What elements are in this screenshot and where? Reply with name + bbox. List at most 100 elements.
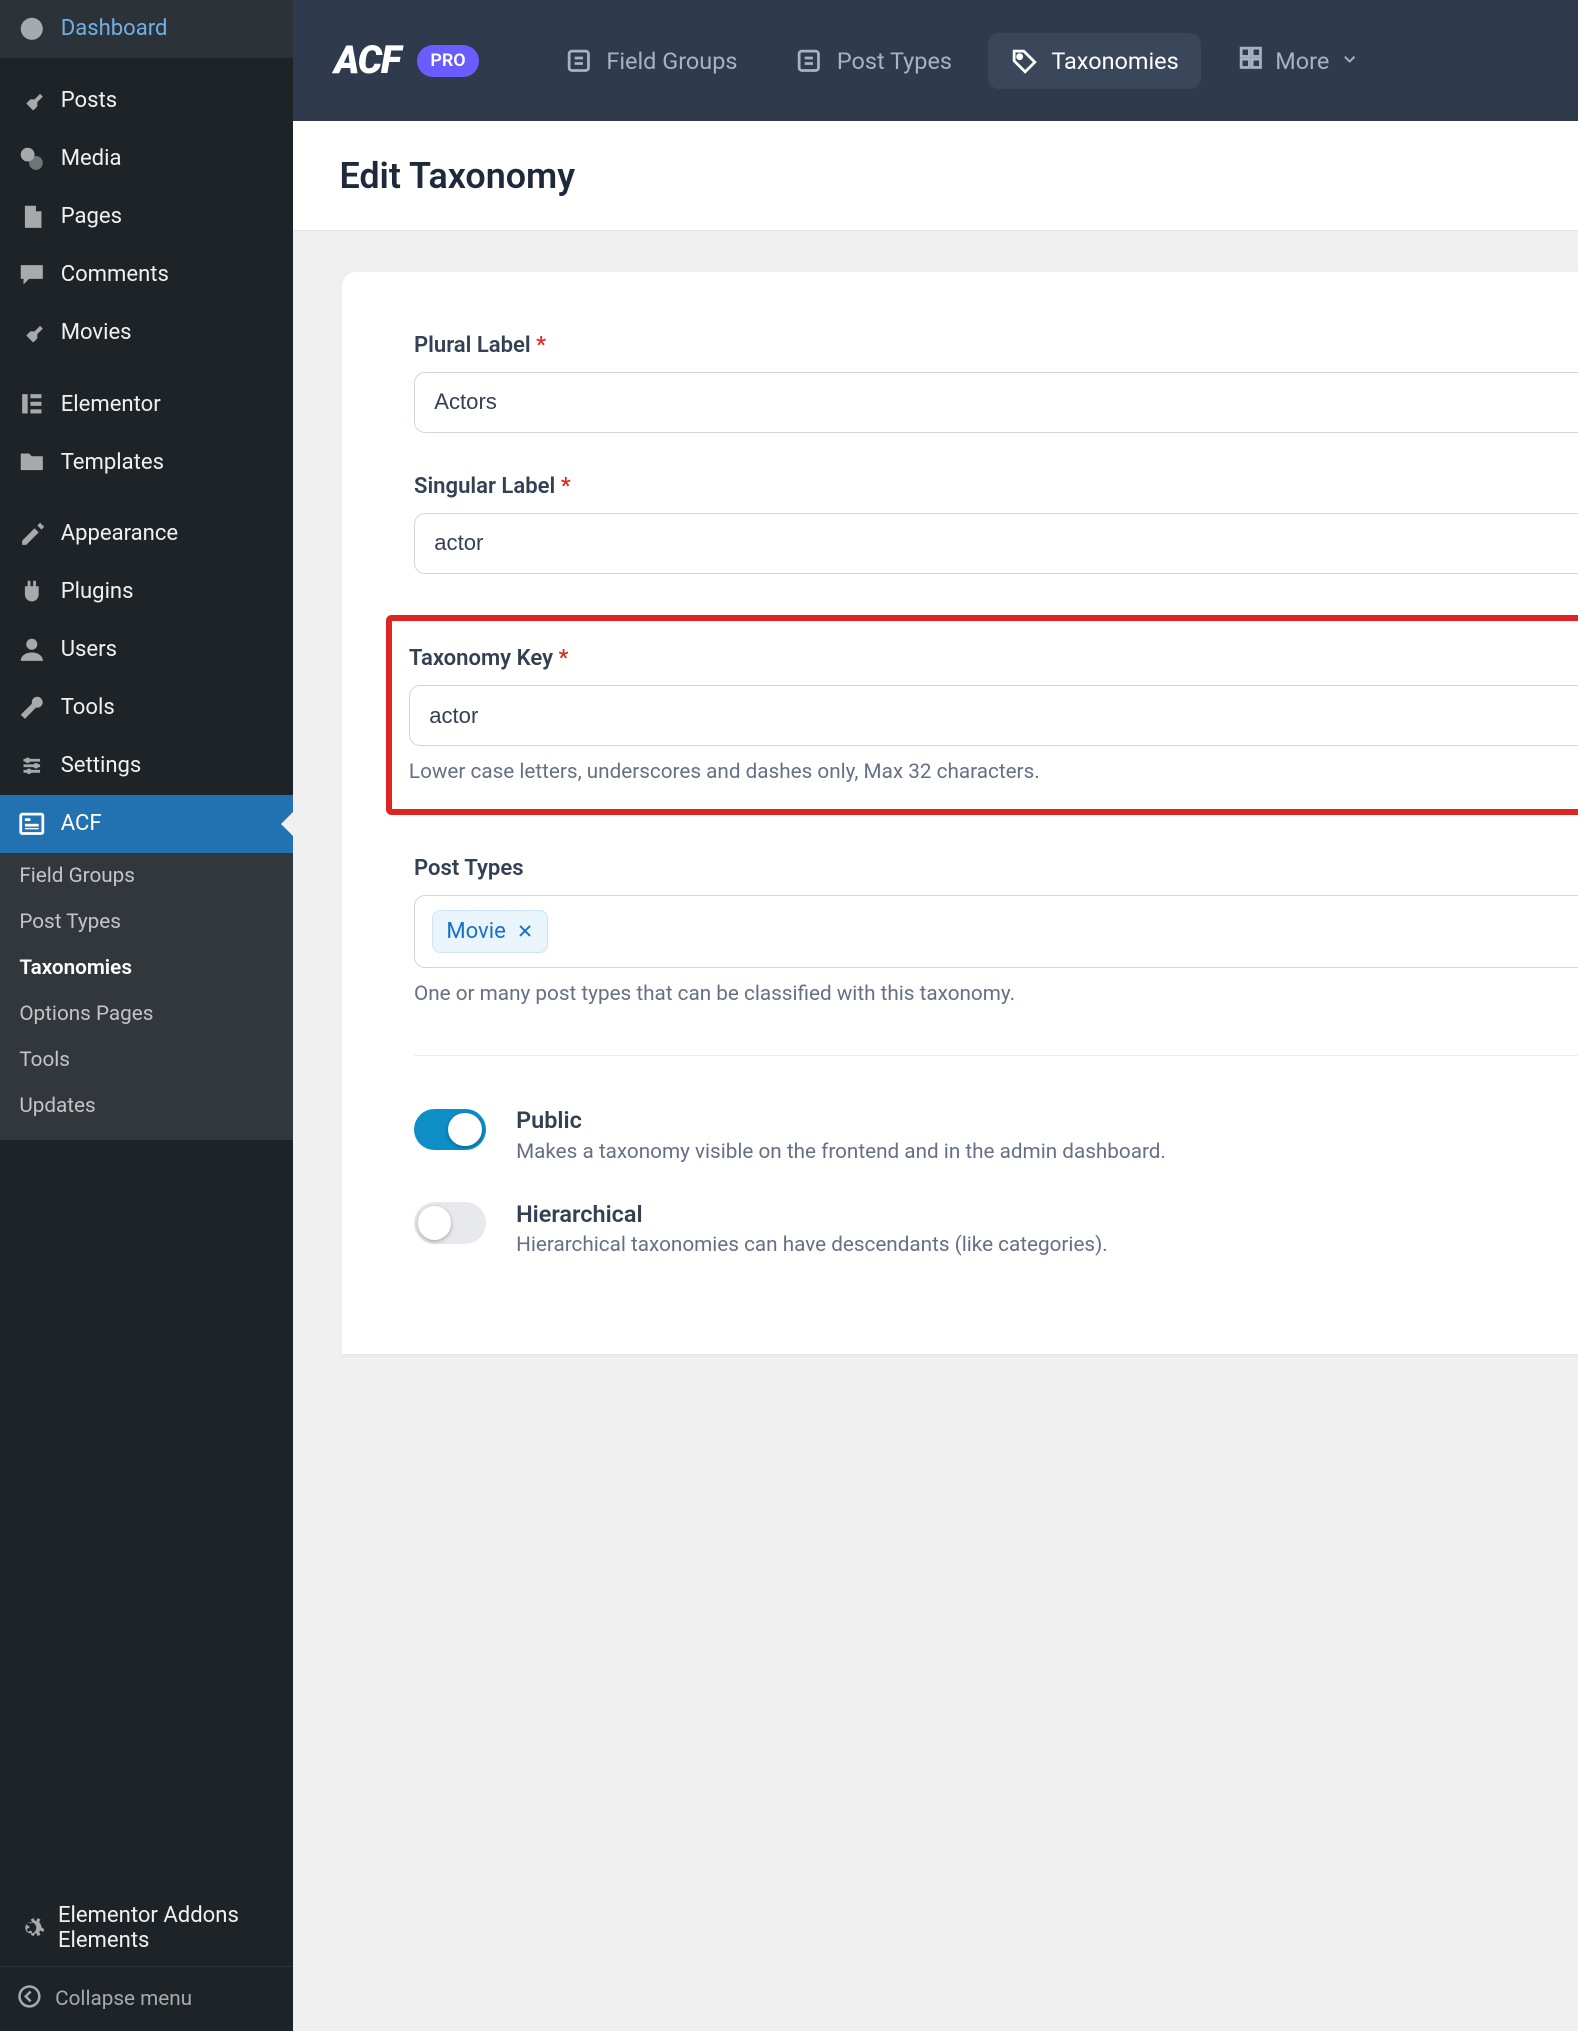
- submenu-options-pages[interactable]: Options Pages: [0, 991, 293, 1037]
- grid-icon: [1237, 44, 1265, 78]
- toggle-public-row: Public Makes a taxonomy visible on the f…: [414, 1106, 1578, 1164]
- tab-field-groups[interactable]: Field Groups: [543, 33, 760, 89]
- sidebar-item-settings[interactable]: Settings: [0, 737, 293, 795]
- singular-input[interactable]: [414, 513, 1578, 574]
- folder-icon: [17, 447, 47, 477]
- sidebar-label: Elementor: [61, 392, 161, 417]
- plural-input[interactable]: [414, 372, 1578, 433]
- taxonomy-key-label: Taxonomy Key *: [409, 646, 1578, 671]
- tab-label: Taxonomies: [1051, 47, 1178, 75]
- collapse-icon: [17, 1984, 42, 2015]
- sidebar-label: Elementor Addons Elements: [58, 1903, 276, 1953]
- gear-icon: [17, 1912, 45, 1942]
- field-taxonomy-key: Taxonomy Key * Lower case letters, under…: [409, 646, 1578, 784]
- sidebar-item-posts[interactable]: Posts: [0, 72, 293, 130]
- pin-icon: [17, 317, 47, 347]
- sidebar-item-media[interactable]: Media: [0, 130, 293, 188]
- sidebar-item-movies[interactable]: Movies: [0, 304, 293, 362]
- sidebar-item-plugins[interactable]: Plugins: [0, 563, 293, 621]
- sidebar-label: Comments: [61, 262, 169, 287]
- tab-label: Post Types: [837, 47, 952, 75]
- toggle-hierarchical-title: Hierarchical: [516, 1200, 1108, 1228]
- page-icon: [17, 201, 47, 231]
- acf-topbar: ACF PRO Field Groups Post Types: [293, 0, 1578, 121]
- sidebar-label: Settings: [61, 753, 142, 778]
- page-title-strip: Edit Taxonomy: [293, 121, 1578, 230]
- media-icon: [17, 144, 47, 174]
- comment-icon: [17, 259, 47, 289]
- submenu-post-types[interactable]: Post Types: [0, 899, 293, 945]
- plugin-icon: [17, 577, 47, 607]
- sidebar-label: Plugins: [61, 579, 134, 604]
- settings-icon: [17, 751, 47, 781]
- list-icon: [795, 47, 823, 75]
- dashboard-icon: [17, 14, 47, 44]
- acf-logo: ACF: [334, 38, 400, 83]
- submenu-tools[interactable]: Tools: [0, 1037, 293, 1083]
- divider: [414, 1055, 1578, 1056]
- singular-label-text: Singular Label *: [414, 474, 1578, 499]
- more-label: More: [1275, 47, 1329, 75]
- plural-label-text: Plural Label *: [414, 333, 1578, 358]
- field-singular-label: Singular Label *: [414, 474, 1578, 574]
- tag-icon: [1010, 47, 1038, 75]
- sidebar-label: Dashboard: [61, 16, 168, 41]
- submenu-field-groups[interactable]: Field Groups: [0, 853, 293, 899]
- pin-icon: [17, 86, 47, 116]
- toggle-hierarchical-desc: Hierarchical taxonomies can have descend…: [516, 1233, 1108, 1257]
- form-card: Plural Label * Singular Label * Taxonomy…: [342, 272, 1578, 1354]
- field-plural-label: Plural Label *: [414, 333, 1578, 433]
- tag-chip-movie[interactable]: Movie ✕: [432, 910, 548, 954]
- taxonomy-key-help: Lower case letters, underscores and dash…: [409, 760, 1578, 784]
- sidebar-label: Appearance: [61, 521, 178, 546]
- toggle-public-desc: Makes a taxonomy visible on the frontend…: [516, 1140, 1166, 1164]
- toggle-public-title: Public: [516, 1106, 1166, 1134]
- toggle-public[interactable]: [414, 1109, 486, 1150]
- appearance-icon: [17, 519, 47, 549]
- sidebar-label: Tools: [61, 695, 115, 720]
- tab-taxonomies[interactable]: Taxonomies: [988, 33, 1201, 89]
- tab-more[interactable]: More: [1215, 30, 1382, 91]
- user-icon: [17, 635, 47, 665]
- taxonomy-key-input[interactable]: [409, 685, 1578, 746]
- sidebar-label: Users: [61, 637, 117, 662]
- sidebar-item-pages[interactable]: Pages: [0, 188, 293, 246]
- tool-icon: [17, 693, 47, 723]
- remove-chip-icon[interactable]: ✕: [517, 920, 533, 943]
- sidebar-label: Movies: [61, 320, 132, 345]
- sidebar-item-tools[interactable]: Tools: [0, 679, 293, 737]
- chevron-down-icon: [1340, 47, 1359, 75]
- sidebar-label: Pages: [61, 204, 122, 229]
- highlight-taxonomy-key: Taxonomy Key * Lower case letters, under…: [386, 615, 1578, 814]
- acf-icon: [17, 809, 47, 839]
- sidebar-label: ACF: [61, 811, 102, 836]
- sidebar-submenu: Field Groups Post Types Taxonomies Optio…: [0, 853, 293, 1140]
- sidebar-item-elementor-addons[interactable]: Elementor Addons Elements: [0, 1889, 293, 1967]
- sidebar-item-templates[interactable]: Templates: [0, 433, 293, 491]
- list-icon: [565, 47, 593, 75]
- post-types-label: Post Types: [414, 856, 1578, 881]
- post-types-select[interactable]: Movie ✕ ✕: [414, 895, 1578, 968]
- sidebar-item-acf[interactable]: ACF: [0, 795, 293, 853]
- submenu-updates[interactable]: Updates: [0, 1083, 293, 1129]
- collapse-label: Collapse menu: [55, 1987, 192, 2011]
- tab-label: Field Groups: [606, 47, 737, 75]
- admin-sidebar: Dashboard Posts Media Pages Comments: [0, 0, 293, 2031]
- post-types-help: One or many post types that can be class…: [414, 982, 1578, 1006]
- sidebar-item-users[interactable]: Users: [0, 621, 293, 679]
- field-post-types: Post Types Movie ✕ ✕ One or many post ty…: [414, 856, 1578, 1006]
- page-title: Edit Taxonomy: [339, 155, 1578, 197]
- tab-post-types[interactable]: Post Types: [773, 33, 974, 89]
- sidebar-item-elementor[interactable]: Elementor: [0, 375, 293, 433]
- sidebar-item-dashboard[interactable]: Dashboard: [0, 0, 293, 58]
- sidebar-label: Media: [61, 146, 122, 171]
- sidebar-item-comments[interactable]: Comments: [0, 246, 293, 304]
- submenu-taxonomies[interactable]: Taxonomies: [0, 945, 293, 991]
- sidebar-item-appearance[interactable]: Appearance: [0, 505, 293, 563]
- sidebar-label: Templates: [61, 450, 164, 475]
- pro-badge: PRO: [417, 45, 480, 77]
- chip-label: Movie: [446, 919, 505, 944]
- toggle-hierarchical-row: Hierarchical Hierarchical taxonomies can…: [414, 1200, 1578, 1258]
- toggle-hierarchical[interactable]: [414, 1202, 486, 1243]
- collapse-menu[interactable]: Collapse menu: [0, 1966, 293, 2031]
